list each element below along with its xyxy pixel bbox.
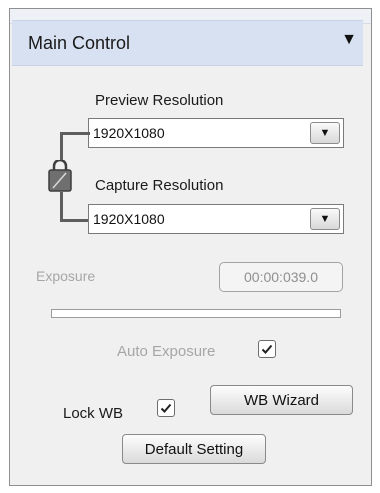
main-control-header[interactable]: Main Control ▼ [12,20,363,66]
preview-resolution-value: 1920X1080 [93,125,165,141]
default-setting-button[interactable]: Default Setting [122,434,266,464]
dropdown-arrow-icon[interactable]: ▼ [310,208,340,230]
exposure-label: Exposure [36,268,96,284]
link-bracket-top [60,132,90,160]
wb-wizard-label: WB Wizard [244,391,319,409]
preview-resolution-select[interactable]: 1920X1080 ▼ [88,118,344,148]
capture-resolution-label: Capture Resolution [95,177,224,194]
lock-wb-checkbox[interactable] [157,399,175,417]
panel-title: Main Control [28,33,131,53]
exposure-time-value: 00:00:039.0 [244,269,318,285]
auto-exposure-checkbox[interactable] [258,340,276,358]
preview-resolution-label: Preview Resolution [95,92,224,109]
capture-resolution-select[interactable]: 1920X1080 ▼ [88,204,344,234]
checkmark-icon [160,403,172,413]
capture-resolution-value: 1920X1080 [93,211,165,227]
auto-exposure-label: Auto Exposure [117,343,216,360]
dropdown-arrow-icon[interactable]: ▼ [310,122,340,144]
wb-wizard-button[interactable]: WB Wizard [210,385,353,415]
collapse-arrow-icon[interactable]: ▼ [341,32,357,48]
default-setting-label: Default Setting [144,440,244,458]
exposure-time-field[interactable]: 00:00:039.0 [219,262,343,292]
checkmark-icon [261,344,273,354]
exposure-slider[interactable] [51,309,341,318]
link-bracket-bottom [60,192,90,222]
padlock-icon[interactable] [48,160,72,192]
lock-wb-label: Lock WB [63,405,124,422]
